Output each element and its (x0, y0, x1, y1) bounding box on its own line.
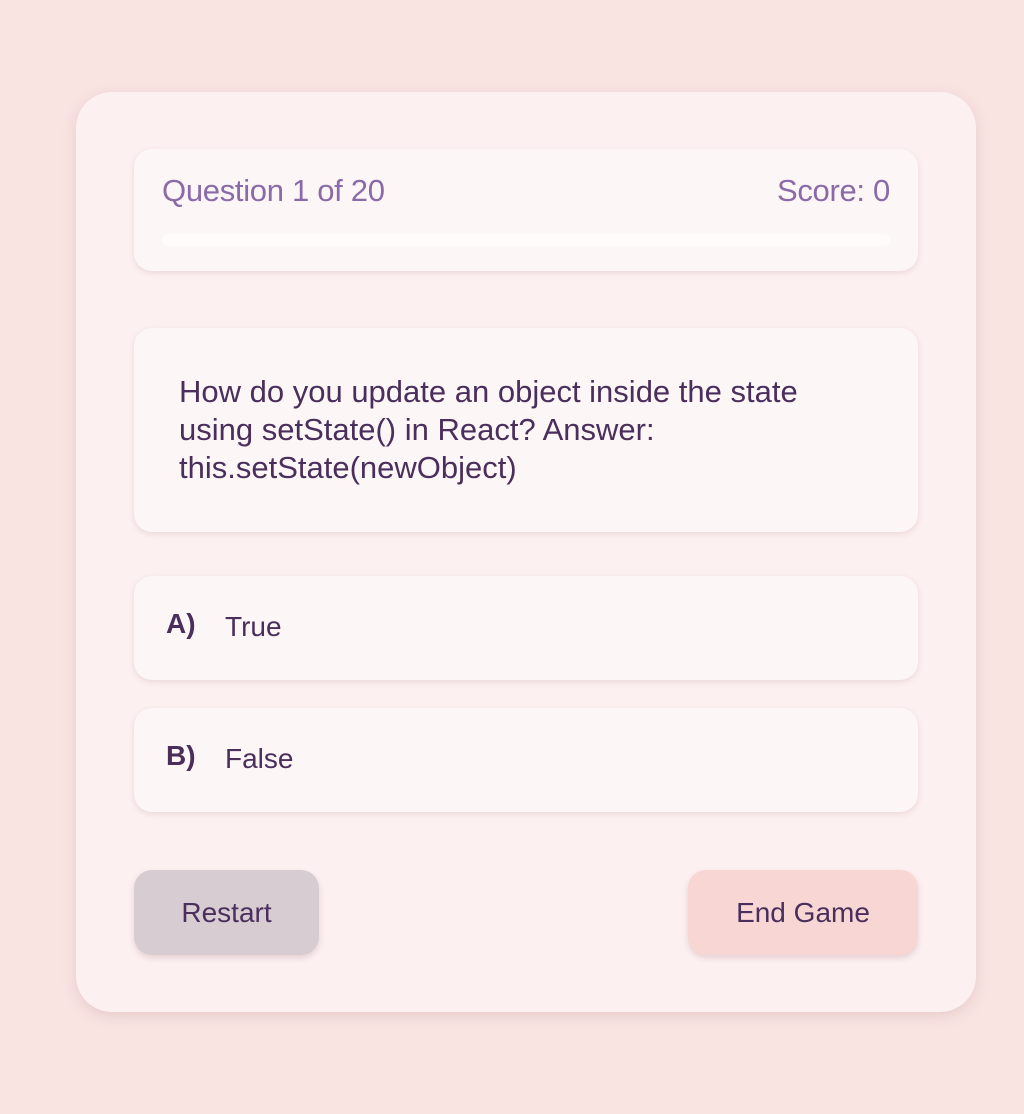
option-label: False (225, 743, 294, 774)
option-letter: B) (166, 740, 196, 771)
score-display: Score: 0 (776, 173, 890, 208)
question-counter: Question 1 of 20 (162, 173, 385, 208)
quiz-card: Question 1 of 20 Score: 0 How do you upd… (76, 92, 976, 1012)
answer-option-false[interactable]: B) False (134, 708, 918, 812)
option-label: True (225, 611, 282, 642)
question-panel: How do you update an object inside the s… (134, 328, 918, 532)
progress-bar (162, 234, 890, 246)
answer-option-true[interactable]: A) True (134, 576, 918, 680)
restart-button[interactable]: Restart (134, 870, 319, 955)
quiz-header: Question 1 of 20 Score: 0 (134, 149, 918, 271)
option-letter: A) (166, 608, 196, 639)
end-game-button[interactable]: End Game (688, 870, 918, 955)
question-text: How do you update an object inside the s… (179, 374, 798, 485)
